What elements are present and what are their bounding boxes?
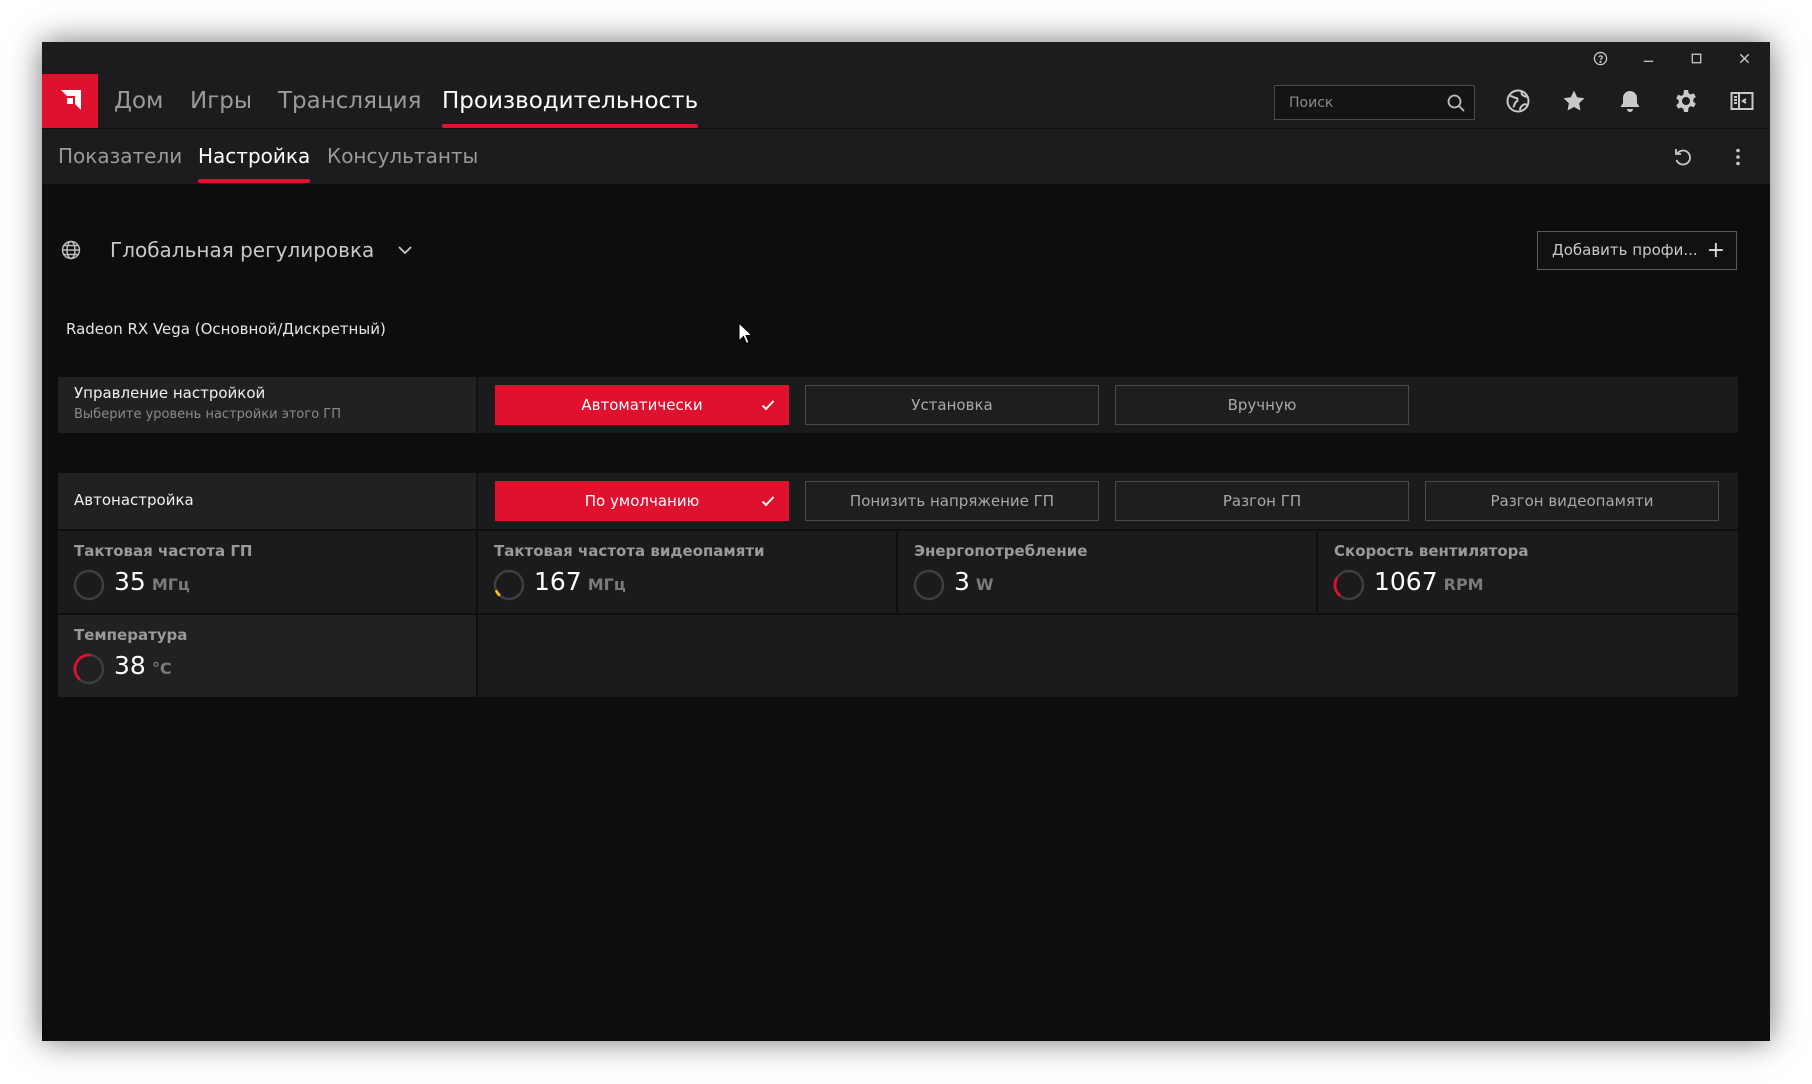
gauge-fill [495, 589, 501, 597]
tuning-automatic-button[interactable]: Автоматически [495, 385, 789, 425]
search-input[interactable] [1289, 86, 1439, 119]
auto-tuning-label-area: Автонастройка [58, 473, 478, 529]
metric-value: 35 МГц [114, 567, 190, 596]
globe-icon [61, 240, 81, 260]
gauge-icon [73, 569, 105, 601]
undervolt-gpu-button[interactable]: Понизить напряжение ГП [805, 481, 1099, 521]
metric-value: 3W [954, 567, 994, 596]
metric-label: Скорость вентилятора [1334, 542, 1529, 560]
tuning-manual-button[interactable]: Вручную [1115, 385, 1409, 425]
add-profile-label: Добавить профи... [1552, 241, 1698, 259]
check-icon [761, 400, 775, 411]
reset-icon[interactable] [1659, 129, 1707, 185]
auto-default-button[interactable]: По умолчанию [495, 481, 789, 521]
help-icon[interactable] [1576, 42, 1624, 74]
tab-streaming[interactable]: Трансляция [278, 74, 421, 128]
metrics-empty-area [478, 615, 1738, 697]
gpu-name: Radeon RX Vega (Основной/Дискретный) [66, 320, 386, 338]
metric-vram-clock: Тактовая частота видеопамяти 167 МГц [478, 531, 896, 613]
tab-games[interactable]: Игры [190, 74, 252, 128]
minimize-icon[interactable] [1624, 42, 1672, 74]
add-profile-button[interactable]: Добавить профи... + [1537, 231, 1737, 270]
gauge-fill [73, 653, 91, 681]
more-vertical-icon[interactable] [1714, 129, 1762, 185]
metric-label: Температура [74, 626, 188, 644]
tab-advisors[interactable]: Консультанты [327, 129, 478, 185]
app-window: Дом Игры Трансляция Производительность П… [42, 42, 1770, 1041]
search-icon[interactable] [1446, 93, 1466, 113]
close-icon[interactable] [1720, 42, 1768, 74]
star-icon[interactable] [1549, 74, 1599, 128]
gauge-track [913, 569, 945, 601]
check-icon [761, 496, 775, 507]
metric-fan-speed: Скорость вентилятора 1067 RPM [1318, 531, 1738, 613]
overclock-gpu-button[interactable]: Разгон ГП [1115, 481, 1409, 521]
gauge-track [73, 569, 105, 601]
gauge-icon [73, 653, 105, 685]
metric-label: Энергопотребление [914, 542, 1088, 560]
tab-metrics[interactable]: Показатели [58, 129, 182, 185]
metric-value: 38 °C [114, 651, 172, 680]
metric-label: Тактовая частота видеопамяти [494, 542, 765, 560]
sidebar-icon[interactable] [1717, 74, 1767, 128]
globe-icon[interactable] [1493, 74, 1543, 128]
gauge-icon [493, 569, 525, 601]
gear-icon[interactable] [1661, 74, 1711, 128]
tuning-control-panel: Управление настройкой Выберите уровень н… [58, 377, 1738, 433]
gauge-fill [1333, 577, 1341, 597]
gauge-icon [913, 569, 945, 601]
metric-value: 167 МГц [534, 567, 626, 596]
metric-power: Энергопотребление 3W [898, 531, 1316, 613]
metric-gpu-clock: Тактовая частота ГП 35 МГц [58, 531, 476, 613]
profile-dropdown[interactable]: Глобальная регулировка [110, 232, 374, 268]
tab-performance[interactable]: Производительность [442, 74, 699, 128]
active-subtab-indicator [198, 179, 311, 183]
auto-tuning-title: Автонастройка [74, 491, 194, 509]
metric-label: Тактовая частота ГП [74, 542, 253, 560]
overclock-vram-button[interactable]: Разгон видеопамяти [1425, 481, 1719, 521]
tuning-control-subtitle: Выберите уровень настройки этого ГП [74, 407, 342, 422]
bell-icon[interactable] [1605, 74, 1655, 128]
plus-icon: + [1706, 238, 1725, 263]
search-box[interactable] [1274, 85, 1475, 120]
title-bar [42, 42, 1770, 74]
auto-tuning-panel: Автонастройка По умолчанию Понизить напр… [58, 473, 1738, 529]
tuning-preset-button[interactable]: Установка [805, 385, 1099, 425]
metric-temperature: Температура 38 °C [58, 615, 476, 697]
sub-navigation: Показатели Настройка Консультанты [42, 128, 1770, 184]
tuning-control-title: Управление настройкой [74, 384, 266, 402]
metric-value: 1067 RPM [1374, 567, 1484, 596]
mouse-cursor-icon [738, 322, 754, 345]
tuning-control-label-area: Управление настройкой Выберите уровень н… [58, 377, 478, 433]
chevron-down-icon[interactable] [396, 241, 414, 259]
main-navigation: Дом Игры Трансляция Производительность [42, 74, 1770, 128]
amd-logo[interactable] [42, 74, 98, 128]
tab-home[interactable]: Дом [114, 74, 163, 128]
gauge-icon [1333, 569, 1365, 601]
tab-tuning[interactable]: Настройка [198, 129, 311, 185]
maximize-icon[interactable] [1672, 42, 1720, 74]
